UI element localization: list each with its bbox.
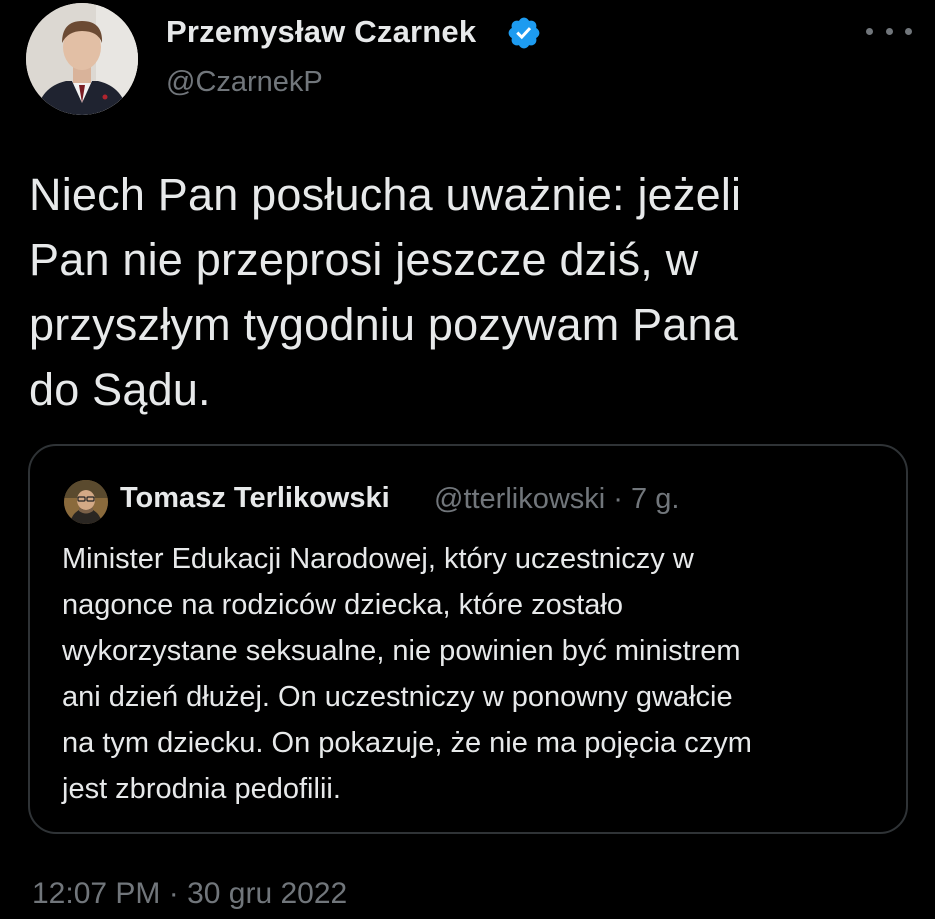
tweet-text-line: Niech Pan posłucha uważnie: jeżeli xyxy=(29,169,742,220)
quoted-text-line: wykorzystane seksualne, nie powinien być… xyxy=(62,635,741,667)
quoted-tweet-text: Minister Edukacji Narodowej, który uczes… xyxy=(62,536,892,812)
quoted-author-handle-time: @tterlikowski · 7 g. xyxy=(434,483,680,515)
quoted-text-line: nagonce na rodziców dziecka, które zosta… xyxy=(62,589,623,621)
tweet-text-line: przyszłym tygodniu pozywam Pana xyxy=(29,299,738,350)
verified-badge-icon xyxy=(508,17,540,49)
tweet-timestamp[interactable]: 12:07 PM · 30 gru 2022 xyxy=(32,877,347,911)
quoted-tweet-card[interactable]: Tomasz Terlikowski @tterlikowski · 7 g. … xyxy=(28,444,908,834)
author-handle[interactable]: @CzarnekP xyxy=(166,66,323,99)
more-dot xyxy=(885,27,893,35)
tweet-text-line: do Sądu. xyxy=(29,364,211,415)
more-dot xyxy=(905,27,912,35)
quoted-author-avatar xyxy=(64,480,108,524)
quoted-text-line: jest zbrodnia pedofilii. xyxy=(62,773,341,805)
tweet: Przemysław Czarnek @CzarnekP Niech Pan p… xyxy=(0,0,935,919)
quoted-text-line: Minister Edukacji Narodowej, który uczes… xyxy=(62,543,694,575)
author-name[interactable]: Przemysław Czarnek xyxy=(166,14,476,50)
quoted-author-name: Tomasz Terlikowski xyxy=(120,482,390,514)
tweet-text-line: Pan nie przeprosi jeszcze dziś, w xyxy=(29,234,699,285)
more-dot xyxy=(866,27,873,35)
quoted-text-line: ani dzień dłużej. On uczestniczy w ponow… xyxy=(62,681,733,713)
quoted-text-line: na tym dziecku. On pokazuje, że nie ma p… xyxy=(62,727,752,759)
tweet-text: Niech Pan posłucha uważnie: jeżeli Pan n… xyxy=(29,162,909,422)
more-options-icon[interactable] xyxy=(866,16,912,46)
author-avatar[interactable] xyxy=(26,3,138,115)
